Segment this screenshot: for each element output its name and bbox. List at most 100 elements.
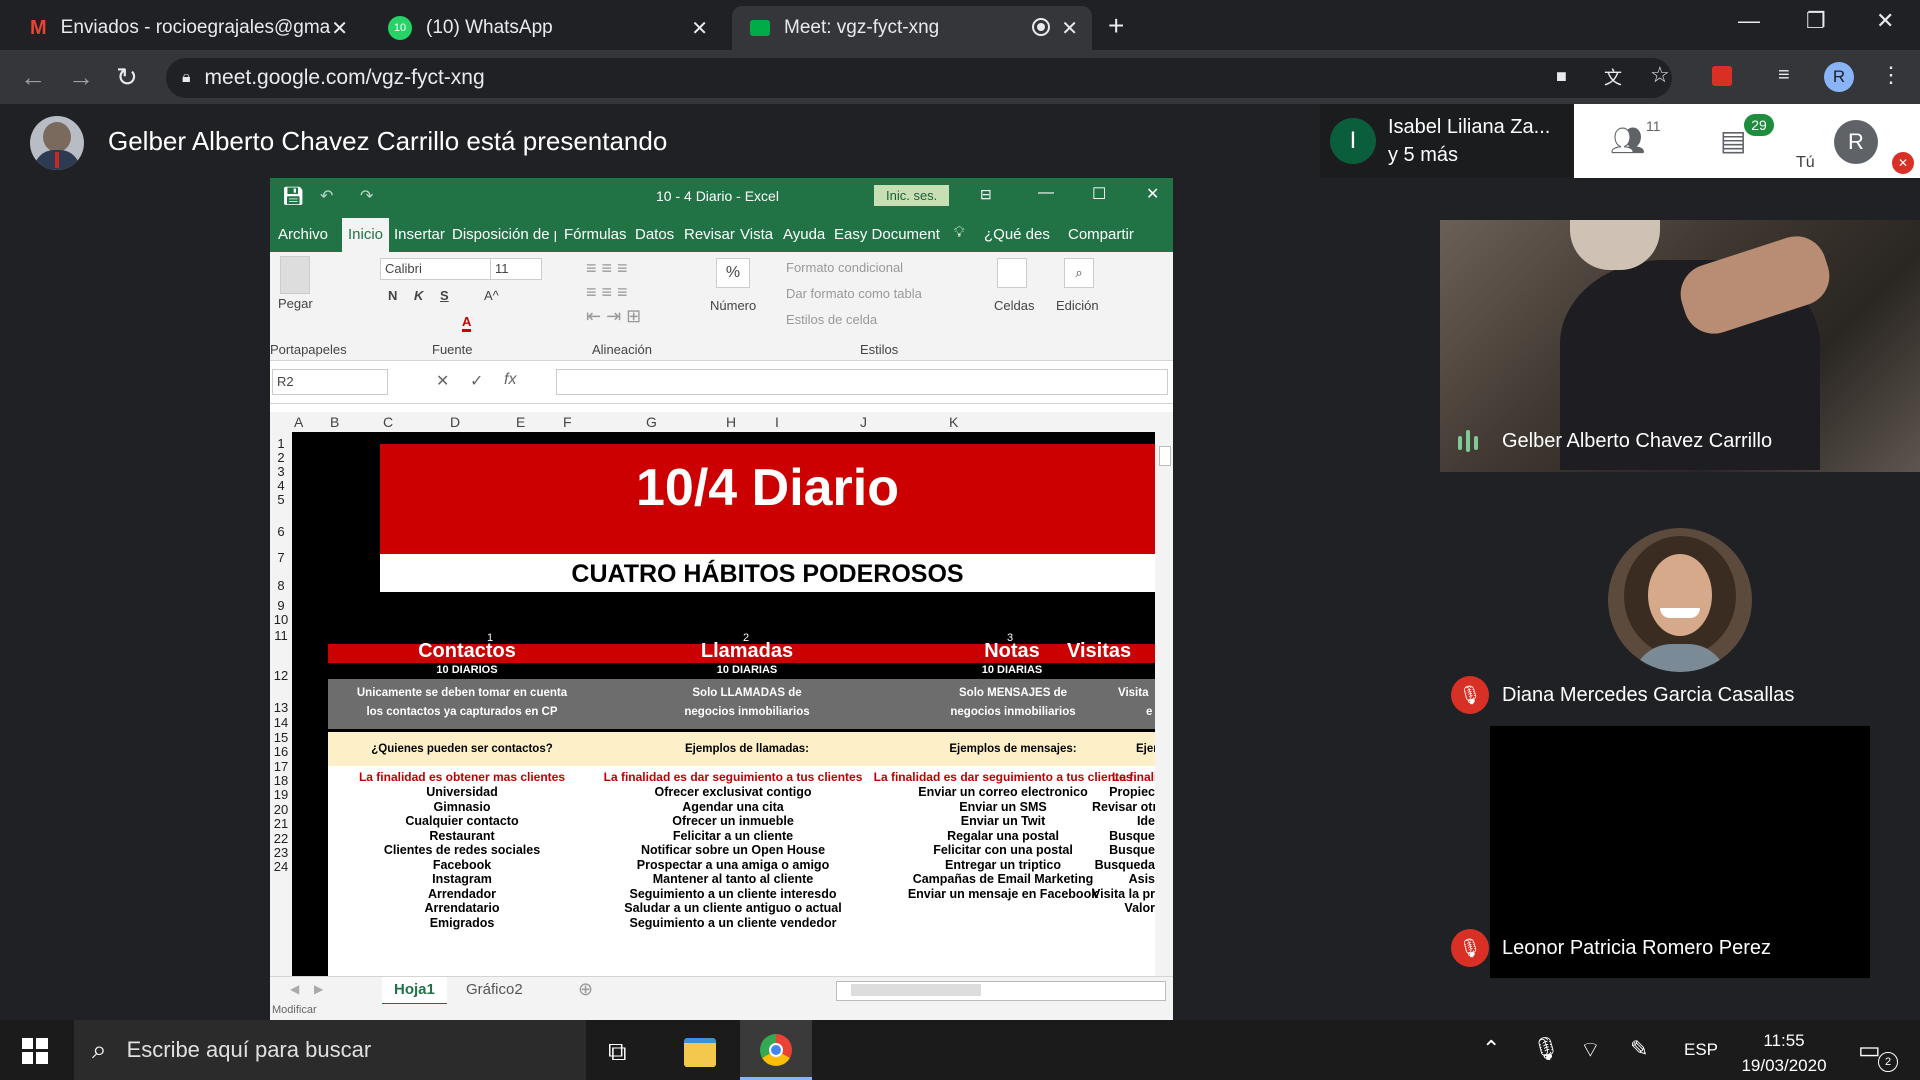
row-header[interactable]: 12 xyxy=(270,668,292,683)
tab-ayuda[interactable]: Ayuda xyxy=(783,226,825,243)
row-header[interactable]: 4 xyxy=(270,478,292,493)
formula-input[interactable] xyxy=(556,369,1168,395)
close-icon[interactable]: ✕ xyxy=(331,16,348,41)
column-header[interactable]: E xyxy=(516,414,525,430)
column-header[interactable]: H xyxy=(726,414,736,430)
font-size-select[interactable]: 11 xyxy=(490,258,542,280)
sheet-prev-icon[interactable]: ◀ xyxy=(290,982,299,996)
row-header[interactable]: 7 xyxy=(270,550,292,565)
undo-icon[interactable]: ↶ xyxy=(320,186,333,206)
tab-easy-document[interactable]: Easy Document xyxy=(834,226,940,243)
enter-icon[interactable]: ✓ xyxy=(470,371,483,391)
function-button[interactable]: fx xyxy=(504,371,516,389)
sheet-next-icon[interactable]: ▶ xyxy=(314,982,323,996)
back-icon[interactable]: ← xyxy=(20,62,46,93)
taskbar-search[interactable]: ⌕ Escribe aquí para buscar xyxy=(74,1020,586,1080)
file-explorer-icon[interactable] xyxy=(684,1038,716,1067)
row-header[interactable]: 23 xyxy=(270,845,292,860)
paste-icon[interactable] xyxy=(280,256,310,294)
format-table-button[interactable]: Dar formato como tabla xyxy=(786,286,922,301)
row-header[interactable]: 8 xyxy=(270,578,292,593)
tab-archivo[interactable]: Archivo xyxy=(278,226,328,243)
row-header[interactable]: 11 xyxy=(270,628,292,643)
row-header[interactable]: 1 xyxy=(270,436,292,451)
column-header[interactable]: B xyxy=(330,414,339,430)
row-header[interactable]: 2 xyxy=(270,450,292,465)
row-header[interactable]: 13 xyxy=(270,700,292,715)
underline-button[interactable]: S xyxy=(440,288,449,303)
conditional-format-button[interactable]: Formato condicional xyxy=(786,260,903,275)
participants-button[interactable]: 👥︎ 11 xyxy=(1610,118,1661,158)
tab-insertar[interactable]: Insertar xyxy=(394,226,445,243)
media-control-icon[interactable]: ≡ xyxy=(1778,64,1790,87)
minimize-icon[interactable]: — xyxy=(1738,8,1760,34)
xl-close-icon[interactable]: ✕ xyxy=(1146,184,1159,204)
tab-vista[interactable]: Vista xyxy=(740,226,773,243)
tab-whatsapp[interactable]: 10 (10) WhatsApp ✕ xyxy=(372,6,722,50)
profile-avatar[interactable]: R xyxy=(1824,62,1854,92)
row-header[interactable]: 6 xyxy=(270,524,292,539)
menu-kebab-icon[interactable]: ⋮ xyxy=(1880,62,1902,88)
row-header[interactable]: 5 xyxy=(270,492,292,507)
number-button[interactable]: Número xyxy=(710,298,756,313)
tab-datos[interactable]: Datos xyxy=(635,226,674,243)
row-header[interactable]: 17 xyxy=(270,759,292,774)
camera-icon[interactable]: ■ xyxy=(1556,66,1567,87)
italic-button[interactable]: K xyxy=(414,288,423,303)
reload-icon[interactable]: ↻ xyxy=(116,62,138,93)
font-name-select[interactable]: Calibri xyxy=(380,258,492,280)
sheet-grid[interactable]: 10/4 Diario CUATRO HÁBITOS PODEROSOS 1 2… xyxy=(292,432,1155,992)
h-scroll-thumb[interactable] xyxy=(851,984,981,996)
cells-icon[interactable] xyxy=(997,258,1027,288)
start-windows-icon[interactable] xyxy=(22,1038,48,1064)
chat-button[interactable]: ▤ 29 xyxy=(1720,114,1774,158)
chrome-taskbar-button[interactable] xyxy=(740,1020,812,1080)
people-summary[interactable]: I Isabel Liliana Za... y 5 más xyxy=(1320,104,1573,178)
wifi-icon[interactable]: ⌔ xyxy=(1580,1036,1601,1064)
pen-icon[interactable]: ✎ xyxy=(1630,1036,1648,1062)
font-color-icon[interactable]: A xyxy=(462,314,472,332)
row-header[interactable]: 19 xyxy=(270,787,292,802)
share-button[interactable]: Compartir xyxy=(1068,226,1134,243)
row-header[interactable]: 9 xyxy=(270,598,292,613)
column-header[interactable]: I xyxy=(775,414,779,430)
restore-icon[interactable]: ❐ xyxy=(1806,8,1826,34)
tab-inicio[interactable]: Inicio xyxy=(342,218,390,252)
add-sheet-icon[interactable]: ⊕ xyxy=(578,979,593,1000)
tab-formulas[interactable]: Fórmulas xyxy=(564,226,627,243)
cells-button[interactable]: Celdas xyxy=(994,298,1034,313)
grow-font-icon[interactable]: A^ xyxy=(484,288,499,303)
extension-icon[interactable] xyxy=(1712,66,1732,86)
save-icon[interactable]: 💾︎ xyxy=(282,186,305,207)
clock[interactable]: 11:55 19/03/2020 xyxy=(1736,1028,1832,1078)
column-header[interactable]: C xyxy=(383,414,393,430)
row-header[interactable]: 20 xyxy=(270,802,292,817)
translate-icon[interactable]: 文 xyxy=(1604,64,1622,90)
row-header[interactable]: 21 xyxy=(270,816,292,831)
alignment-icons[interactable]: ≡ ≡ ≡ ≡ ≡ ≡ ⇤ ⇥ ⊞ xyxy=(586,256,666,326)
xl-maximize-icon[interactable]: ☐ xyxy=(1092,184,1106,204)
row-header[interactable]: 24 xyxy=(270,859,292,874)
row-header[interactable]: 16 xyxy=(270,744,292,759)
microphone-icon[interactable]: 🎙︎ xyxy=(1532,1036,1560,1062)
task-view-icon[interactable]: ⧉ xyxy=(608,1036,627,1068)
column-header[interactable]: J xyxy=(860,414,867,430)
number-format-icon[interactable]: % xyxy=(716,258,750,288)
signin-button[interactable]: Inic. ses. xyxy=(874,185,950,206)
bold-button[interactable]: N xyxy=(388,288,397,303)
column-header[interactable]: G xyxy=(646,414,657,430)
column-header[interactable]: A xyxy=(294,414,303,430)
tab-gmail[interactable]: M Enviados - rocioegrajales@gmail ✕ xyxy=(12,6,362,50)
sheet-tab-grafico2[interactable]: Gráfico2 xyxy=(466,981,523,998)
column-header[interactable]: D xyxy=(450,414,460,430)
column-header[interactable]: F xyxy=(563,414,572,430)
cell-styles-button[interactable]: Estilos de celda xyxy=(786,312,877,327)
vertical-scrollbar[interactable] xyxy=(1155,432,1173,992)
close-icon[interactable]: ✕ xyxy=(1061,16,1078,41)
language-indicator[interactable]: ESP xyxy=(1684,1040,1718,1060)
search-icon[interactable]: ⌕ xyxy=(1064,258,1094,288)
scroll-thumb[interactable] xyxy=(1159,446,1171,466)
show-hidden-icons[interactable]: ⌃ xyxy=(1482,1036,1500,1062)
column-header[interactable]: K xyxy=(949,414,958,430)
window-close-icon[interactable]: ✕ xyxy=(1876,8,1894,34)
